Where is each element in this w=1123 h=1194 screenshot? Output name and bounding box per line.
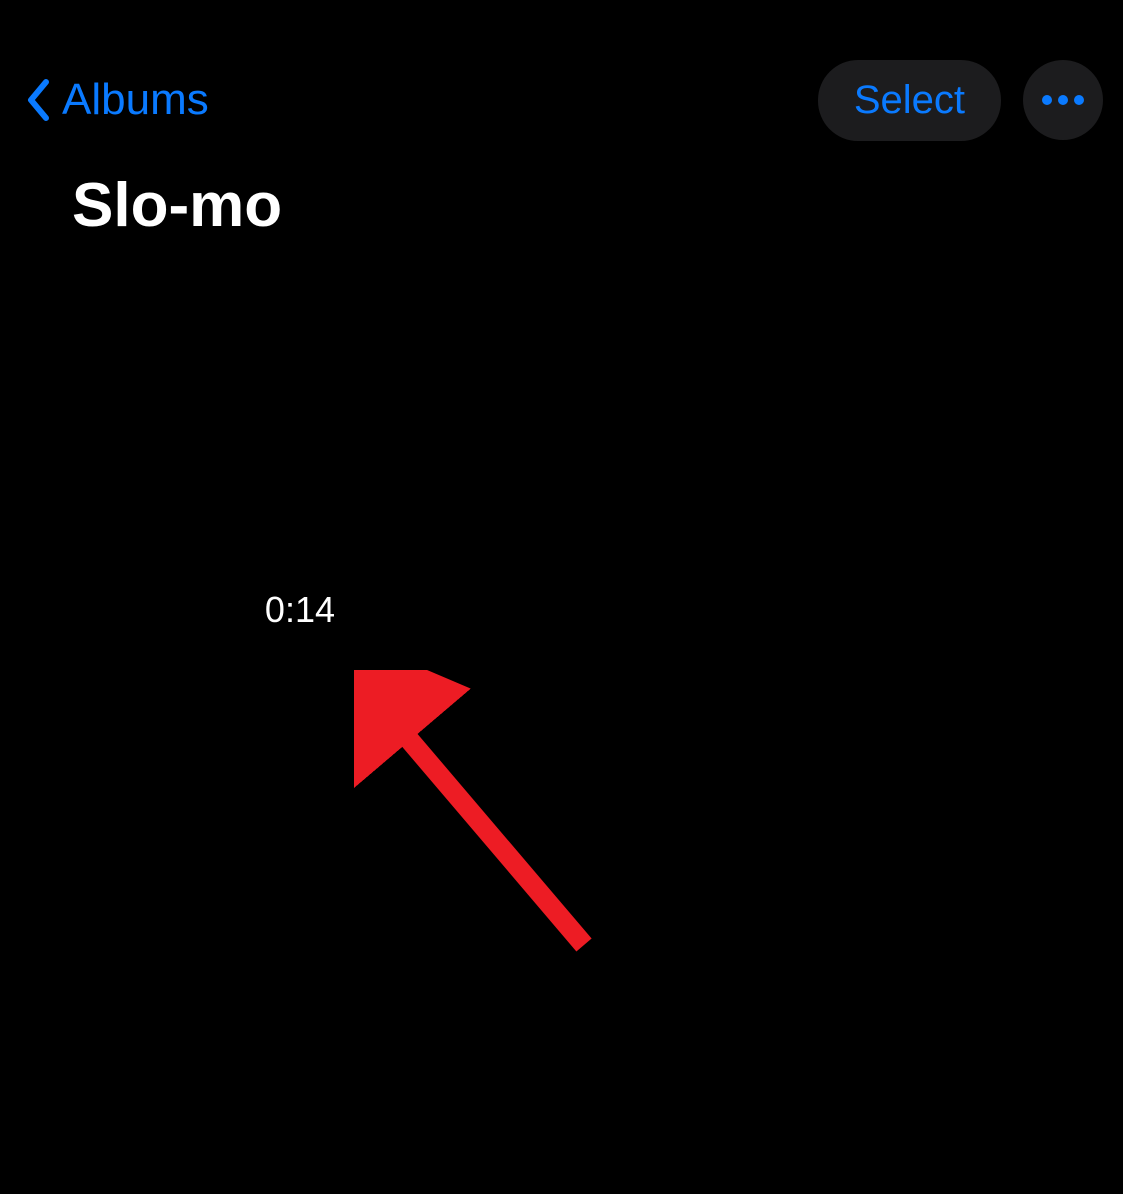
nav-right-actions: Select: [818, 60, 1103, 141]
video-thumbnail[interactable]: 0:14: [3, 293, 355, 645]
nav-bar: Albums Select: [0, 0, 1123, 140]
more-button[interactable]: [1023, 60, 1103, 140]
back-label: Albums: [62, 75, 209, 125]
select-button[interactable]: Select: [818, 60, 1001, 141]
video-duration: 0:14: [265, 589, 335, 631]
ellipsis-icon: [1042, 93, 1084, 108]
back-button[interactable]: Albums: [20, 72, 209, 128]
annotation-arrow-icon: [354, 670, 614, 970]
page-title: Slo-mo: [0, 140, 1123, 241]
chevron-left-icon: [20, 72, 56, 128]
media-grid: 0:14: [0, 241, 1123, 271]
